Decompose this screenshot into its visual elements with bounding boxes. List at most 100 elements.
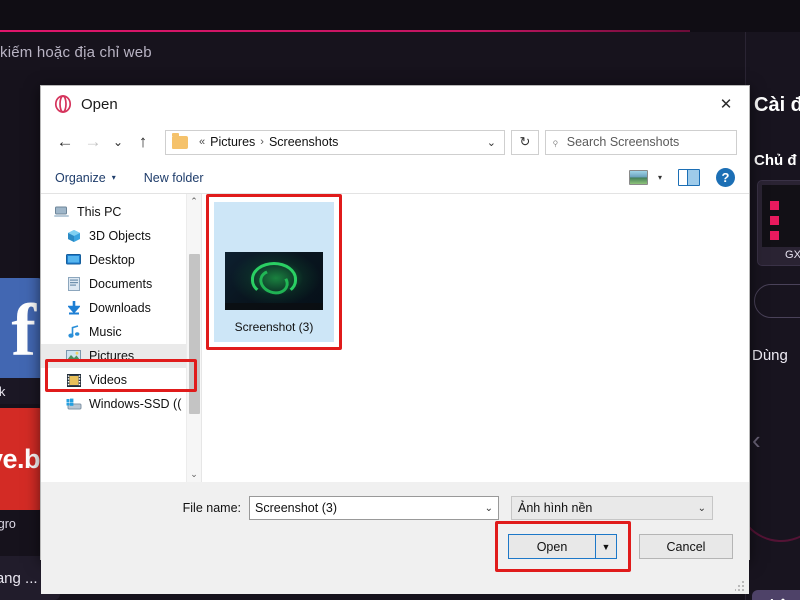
scroll-down-icon[interactable]: ⌄ <box>187 467 201 482</box>
cube-icon <box>65 228 82 244</box>
tree-item-downloads[interactable]: Downloads <box>41 296 201 320</box>
pc-icon <box>53 204 70 220</box>
cancel-button[interactable]: Cancel <box>639 534 733 559</box>
open-button-group: Open ▼ <box>495 521 631 572</box>
facebook-f-icon: f <box>11 290 36 372</box>
tree-item-music[interactable]: Music <box>41 320 201 344</box>
tree-item-label: Videos <box>89 373 127 387</box>
chevron-left-icon[interactable]: ‹ <box>752 427 761 453</box>
file-item-label: Screenshot (3) <box>234 320 314 334</box>
refresh-button[interactable]: ↻ <box>511 129 539 155</box>
drive-icon <box>65 396 82 412</box>
tree-item-this-pc[interactable]: This PC <box>41 200 201 224</box>
browser-tabstrip <box>0 0 800 30</box>
file-name-value: Screenshot (3) <box>255 501 337 515</box>
gx-use-label: Dùng <box>752 347 788 364</box>
breadcrumb-segment-screenshots[interactable]: Screenshots <box>269 135 338 149</box>
speeddial-tile-red-label: Backgro <box>0 517 16 531</box>
breadcrumb[interactable]: « Pictures › Screenshots ⌄ <box>165 129 505 155</box>
dialog-button-row: Open ▼ Cancel <box>495 521 733 572</box>
gx-toggle-pill[interactable] <box>754 284 800 318</box>
dialog-title: Open <box>81 95 118 113</box>
file-item-screenshot-3[interactable]: Screenshot (3) <box>214 202 334 342</box>
tree-item-label: This PC <box>77 205 122 219</box>
new-folder-label: New folder <box>143 170 204 185</box>
resize-grip[interactable] <box>735 580 746 591</box>
browser-address-text: kiếm hoặc địa chỉ web <box>0 44 152 61</box>
gx-settings-panel: Cài đ Chủ đ GX Dùng ‹ Thêm <box>745 32 800 600</box>
scroll-up-icon[interactable]: ⌃ <box>187 194 201 209</box>
file-type-value: Ảnh hình nền <box>518 501 593 515</box>
gx-theme-preview <box>762 185 800 247</box>
tree-item-documents[interactable]: Documents <box>41 272 201 296</box>
new-folder-button[interactable]: New folder <box>144 171 204 185</box>
music-icon <box>65 324 82 340</box>
bottom-notification-text: ột trang ... <box>0 569 38 587</box>
tree-item-pictures[interactable]: Pictures <box>41 344 201 368</box>
tree-item-label: Documents <box>89 277 153 291</box>
organize-label: Organize <box>55 170 106 185</box>
organize-button[interactable]: Organize ▾ <box>55 171 116 185</box>
open-file-dialog: Open ✕ ← → ⌄ ↑ « Pictures › Screenshots … <box>40 85 750 594</box>
dialog-footer: File name: Screenshot (3) ⌄ Ảnh hình nền… <box>41 482 749 594</box>
tree-item-label: 3D Objects <box>89 229 151 243</box>
search-input[interactable]: ⌕ Search Screenshots <box>545 129 737 155</box>
back-button[interactable]: ← <box>51 128 79 156</box>
chevron-down-icon[interactable]: ⌄ <box>698 503 706 514</box>
dialog-navigation-bar: ← → ⌄ ↑ « Pictures › Screenshots ⌄ ↻ ⌕ S… <box>41 122 749 162</box>
desktop-icon <box>65 252 82 268</box>
tree-item-windows-ssd[interactable]: Windows-SSD (( <box>41 392 201 416</box>
forward-button: → <box>84 132 102 151</box>
file-name-input[interactable]: Screenshot (3) ⌄ <box>249 496 499 520</box>
chevron-down-icon[interactable]: ⌄ <box>485 503 493 514</box>
chevron-down-icon: ▾ <box>111 173 116 182</box>
tree-item-desktop[interactable]: Desktop <box>41 248 201 272</box>
gx-settings-heading: Cài đ <box>754 94 800 116</box>
gx-decorative-swirl <box>746 437 800 557</box>
breadcrumb-segment-pictures[interactable]: Pictures <box>210 135 255 149</box>
video-icon <box>65 372 82 388</box>
gx-theme-name: GX <box>785 249 800 261</box>
open-dropdown-button[interactable]: ▼ <box>596 534 617 559</box>
change-view-icon[interactable] <box>628 170 648 185</box>
tree-item-label: Music <box>89 325 122 339</box>
breadcrumb-separator-icon: › <box>260 136 264 148</box>
up-button[interactable]: ↑ <box>129 128 157 156</box>
gx-theme-subheading: Chủ đ <box>754 152 797 169</box>
dialog-command-bar: Organize ▾ New folder ▾ ? <box>41 162 749 194</box>
file-type-select[interactable]: Ảnh hình nền ⌄ <box>511 496 713 520</box>
tree-item-3d-objects[interactable]: 3D Objects <box>41 224 201 248</box>
help-icon[interactable]: ? <box>716 168 735 187</box>
speeddial-tile-facebook[interactable]: f <box>0 278 42 386</box>
search-placeholder: Search Screenshots <box>566 135 680 149</box>
speeddial-tile-facebook-label: ebook <box>0 378 42 404</box>
chevron-down-icon[interactable]: ⌄ <box>487 136 500 149</box>
file-name-row: File name: Screenshot (3) ⌄ Ảnh hình nền… <box>41 496 749 520</box>
speeddial-tile-red-text: ove.b <box>0 443 41 474</box>
gx-theme-card[interactable]: GX <box>757 180 800 266</box>
documents-icon <box>65 276 82 292</box>
breadcrumb-overflow-icon[interactable]: « <box>199 136 205 148</box>
close-icon[interactable]: ✕ <box>703 86 749 122</box>
gx-add-button[interactable]: Thêm <box>752 590 800 600</box>
tree-item-videos[interactable]: Videos <box>41 368 201 392</box>
file-thumbnail <box>225 252 323 310</box>
scrollbar-thumb[interactable] <box>189 254 200 414</box>
open-button[interactable]: Open <box>508 534 596 559</box>
chevron-down-icon[interactable]: ▾ <box>658 173 662 182</box>
file-list[interactable]: Screenshot (3) <box>201 194 749 482</box>
tree-item-label: Desktop <box>89 253 135 267</box>
preview-pane-icon[interactable] <box>678 169 700 186</box>
folder-icon <box>172 132 188 149</box>
recent-locations-button[interactable]: ⌄ <box>107 128 129 156</box>
dialog-titlebar[interactable]: Open ✕ <box>41 86 749 122</box>
tree-scrollbar[interactable]: ⌃ ⌄ <box>186 194 201 482</box>
file-name-label: File name: <box>182 501 241 515</box>
tree-item-label: Pictures <box>89 349 135 363</box>
opera-o-icon <box>53 94 73 114</box>
download-icon <box>65 300 82 316</box>
speeddial-tile-red[interactable]: ove.b <box>0 408 42 510</box>
tree-item-label: Downloads <box>89 301 151 315</box>
pictures-icon <box>65 348 82 364</box>
tree-item-label: Windows-SSD (( <box>89 397 182 411</box>
